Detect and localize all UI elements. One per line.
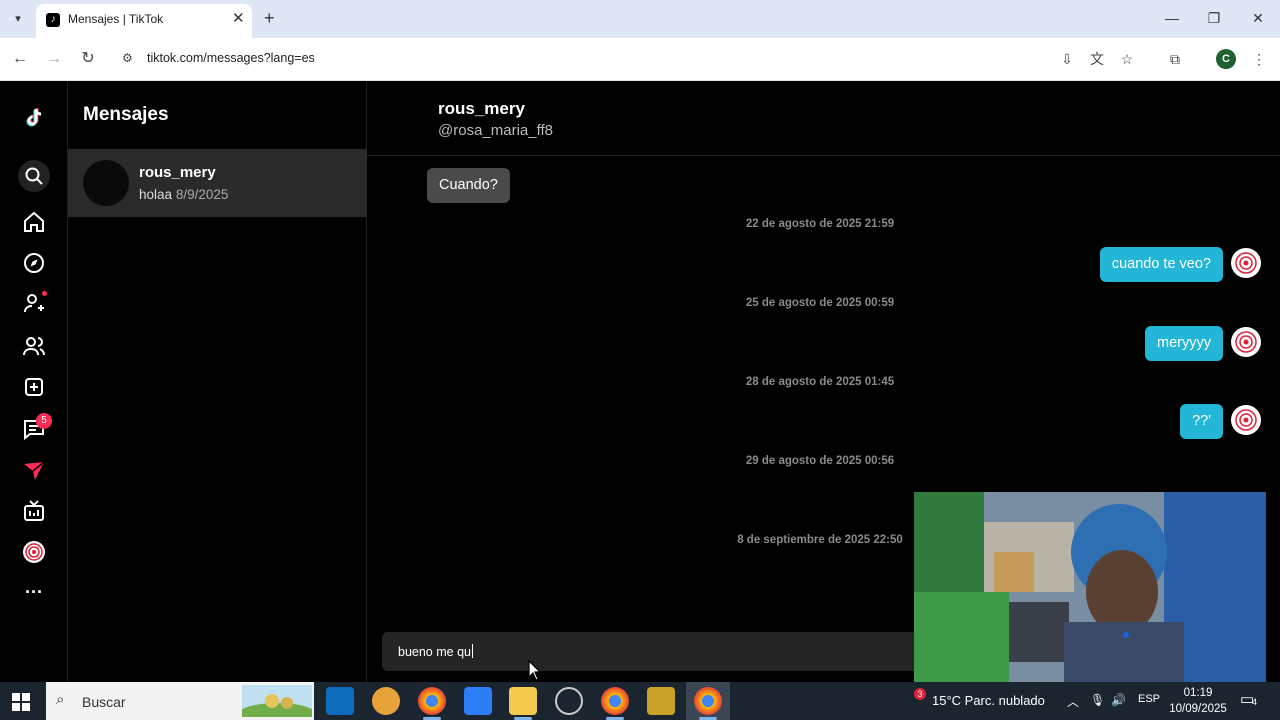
chrome-app-icon[interactable]	[418, 687, 446, 715]
taskbar-clock[interactable]: 01:19 10/09/2025	[1168, 685, 1228, 717]
search-highlight-image	[242, 685, 312, 717]
tiktok-favicon-icon: ♪	[46, 13, 60, 27]
outlook-app-icon[interactable]	[326, 687, 354, 715]
profile-avatar[interactable]: C	[1216, 49, 1236, 69]
extensions-icon[interactable]: ⧉	[1165, 49, 1185, 69]
message-input[interactable]: bueno me qu	[382, 632, 922, 671]
search-icon[interactable]	[18, 160, 50, 192]
avatar	[83, 160, 129, 206]
conversation-preview: holaa 8/9/2025	[139, 187, 228, 202]
tab-close-icon[interactable]: ✕	[232, 11, 245, 27]
tab-title: Mensajes | TikTok	[68, 12, 164, 26]
translate-icon[interactable]: 文	[1087, 49, 1107, 69]
more-icon[interactable]: ···	[20, 578, 48, 606]
left-navigation: 5 ···	[0, 82, 68, 682]
install-app-icon[interactable]: ⇩	[1057, 49, 1077, 69]
explore-icon[interactable]	[20, 249, 48, 277]
conversation-list: Mensajes rous_mery holaa 8/9/2025	[68, 82, 367, 682]
bookmark-star-icon[interactable]: ☆	[1117, 49, 1137, 69]
volume-icon[interactable]: 🔊	[1111, 693, 1126, 707]
chat-contact-name[interactable]: rous_mery	[438, 99, 525, 119]
store-app-icon[interactable]	[464, 687, 492, 715]
outgoing-message: meryyyy	[1145, 326, 1223, 361]
incoming-message: Cuando?	[427, 168, 510, 203]
weather-widget[interactable]: 15°C Parc. nublado	[932, 693, 1045, 708]
conversation-item[interactable]: rous_mery holaa 8/9/2025	[68, 149, 367, 217]
taskbar-search-placeholder[interactable]: Buscar	[82, 694, 126, 710]
language-indicator[interactable]: ESP	[1138, 693, 1160, 705]
menu-kebab-icon[interactable]: ⋮	[1249, 49, 1269, 69]
windows-start-icon[interactable]	[12, 693, 30, 711]
browser-tab-bar: ▾ ♪ Mensajes | TikTok ✕ + — ❐ ✕	[0, 0, 1280, 38]
preview-date: 8/9/2025	[175, 187, 229, 202]
webcam-overlay	[914, 492, 1266, 690]
file-explorer-icon[interactable]	[509, 687, 537, 715]
messages-title: Mensajes	[83, 104, 169, 125]
my-avatar	[1231, 327, 1261, 357]
my-avatar	[1231, 248, 1261, 278]
message-timestamp: 22 de agosto de 2025 21:59	[745, 218, 895, 230]
weather-badge: 3	[914, 688, 926, 700]
reload-icon[interactable]: ↻	[78, 49, 98, 69]
upload-icon[interactable]	[20, 373, 48, 401]
new-tab-button[interactable]: +	[264, 8, 275, 28]
clock-date: 10/09/2025	[1169, 703, 1227, 715]
notification-count: 4	[1252, 697, 1258, 707]
address-bar[interactable]: ⚙ tiktok.com/messages?lang=es	[112, 42, 1202, 76]
chrome-profile-icon[interactable]	[601, 687, 629, 715]
browser-toolbar: ← → ↻ ⚙ tiktok.com/messages?lang=es ⇩ 文 …	[0, 38, 1280, 81]
league-app-icon[interactable]	[647, 687, 675, 715]
close-window-button[interactable]: ✕	[1243, 8, 1273, 28]
back-icon[interactable]: ←	[10, 49, 30, 69]
obs-app-icon[interactable]	[555, 687, 583, 715]
windows-taskbar: ⌕ Buscar 3 15°C Parc. nublado ︿ 🎙 🔊 ESP …	[0, 682, 1280, 720]
chat-header: rous_mery @rosa_maria_ff8	[367, 82, 1280, 156]
message-input-text[interactable]: bueno me qu	[398, 644, 473, 659]
site-info-icon[interactable]: ⚙	[122, 51, 133, 65]
home-icon[interactable]	[20, 208, 48, 236]
preview-message: holaa	[139, 187, 173, 202]
friends-icon[interactable]	[20, 332, 48, 360]
outgoing-message: ??'	[1180, 404, 1223, 439]
mouse-cursor-icon	[528, 660, 542, 681]
conversation-name: rous_mery	[139, 164, 216, 181]
profile-icon[interactable]	[20, 538, 48, 566]
taskbar-search[interactable]: ⌕ Buscar	[46, 682, 314, 720]
message-timestamp: 25 de agosto de 2025 00:59	[745, 297, 895, 309]
message-timestamp: 28 de agosto de 2025 01:45	[745, 376, 895, 388]
clock-time: 01:19	[1183, 687, 1213, 699]
chrome-active-icon[interactable]	[694, 687, 722, 715]
badge-app-icon[interactable]	[372, 687, 400, 715]
following-notification-dot	[42, 291, 47, 296]
activity-icon[interactable]	[20, 457, 48, 485]
chat-contact-handle[interactable]: @rosa_maria_ff8	[438, 122, 553, 139]
my-avatar	[1231, 405, 1261, 435]
search-icon: ⌕	[56, 691, 65, 708]
live-icon[interactable]	[20, 497, 48, 525]
browser-tab[interactable]: ♪ Mensajes | TikTok ✕	[36, 4, 252, 38]
tab-search-chevron-icon[interactable]: ▾	[8, 9, 28, 29]
microphone-icon[interactable]: 🎙	[1090, 693, 1105, 707]
tiktok-logo-icon[interactable]	[20, 104, 48, 132]
forward-icon[interactable]: →	[44, 49, 64, 69]
tray-chevron-icon[interactable]: ︿	[1067, 693, 1079, 710]
message-timestamp: 29 de agosto de 2025 00:56	[745, 455, 895, 467]
restore-button[interactable]: ❐	[1199, 8, 1229, 28]
messages-badge: 5	[36, 413, 52, 429]
url-text[interactable]: tiktok.com/messages?lang=es	[147, 51, 315, 65]
outgoing-message: cuando te veo?	[1099, 247, 1223, 282]
minimize-button[interactable]: —	[1157, 8, 1187, 28]
